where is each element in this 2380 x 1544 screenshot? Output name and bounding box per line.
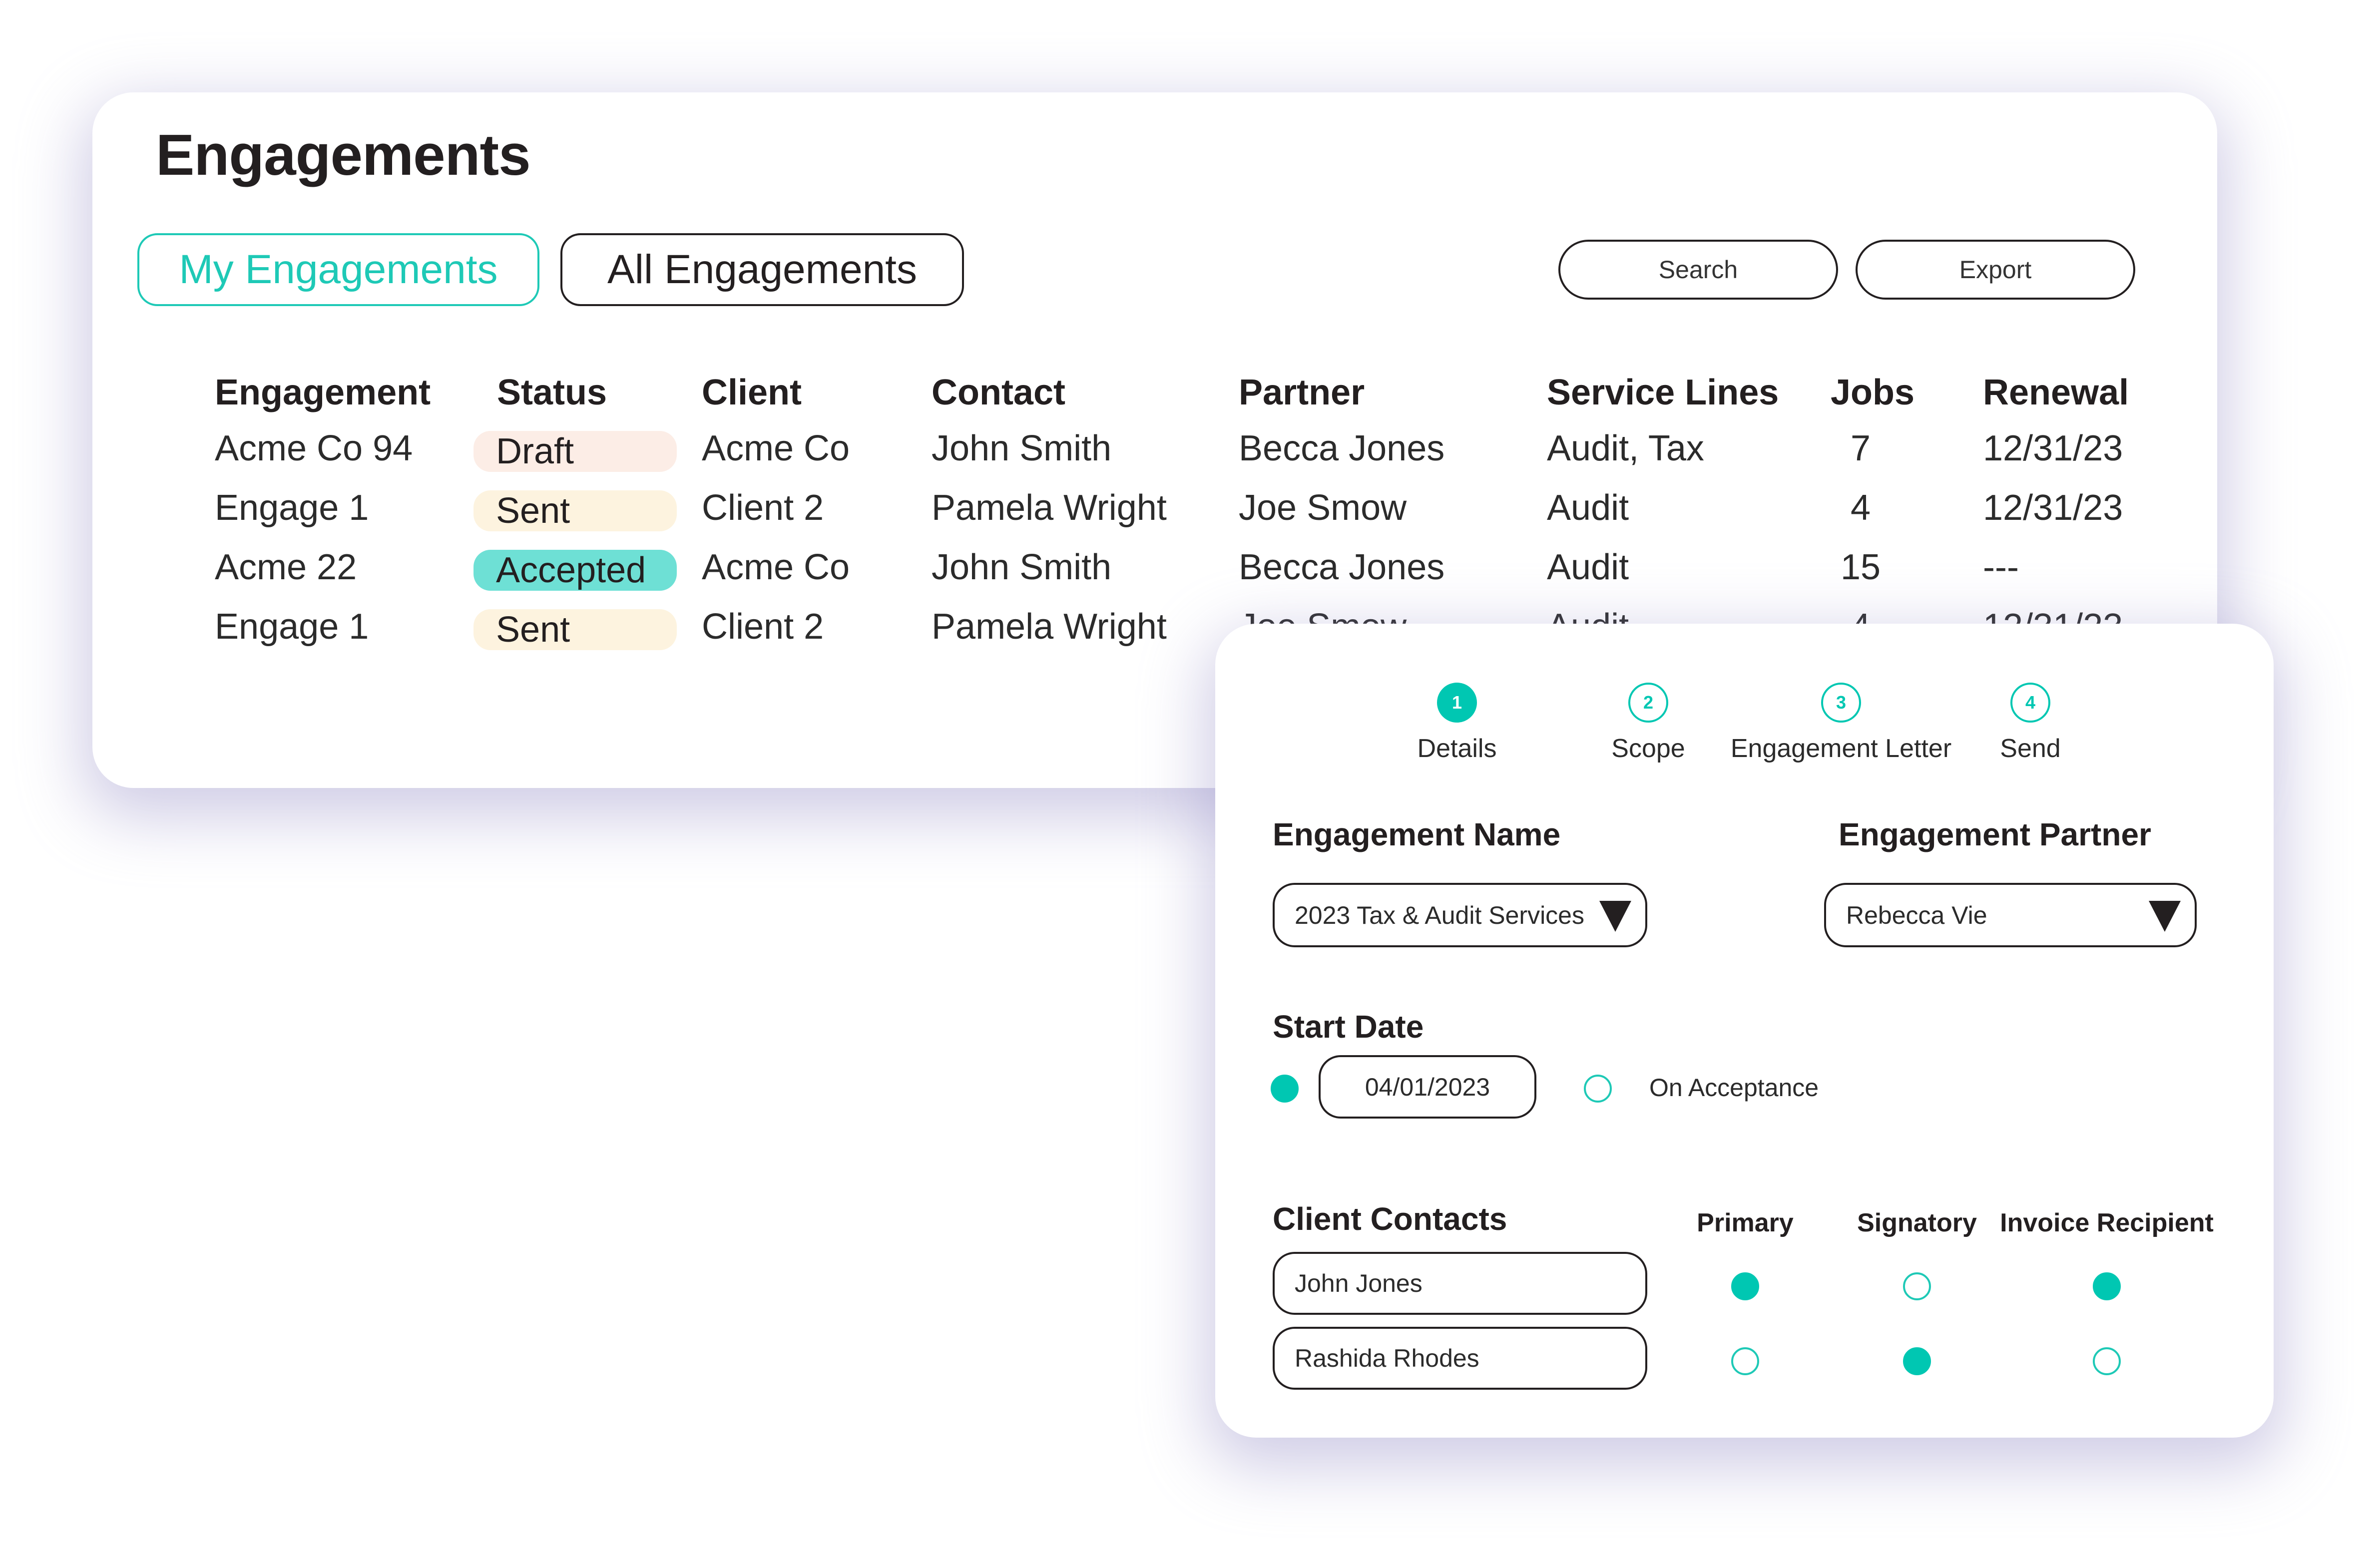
status-badge: Sent <box>474 490 677 531</box>
step-label-details[interactable]: Details <box>1418 734 1497 764</box>
column-header-partner[interactable]: Partner <box>1239 372 1365 413</box>
status-badge: Draft <box>474 431 677 472</box>
signatory-radio[interactable] <box>1903 1347 1931 1375</box>
status-badge: Sent <box>474 609 677 650</box>
cell-contact: John Smith <box>932 547 1112 587</box>
start-date-specific-radio[interactable] <box>1271 1075 1299 1103</box>
cell-partner: Becca Jones <box>1239 547 1445 587</box>
column-header-engagement[interactable]: Engagement <box>215 372 431 413</box>
cell-jobs: 7 <box>1850 428 1871 468</box>
export-button[interactable]: Export <box>1856 240 2135 300</box>
cell-engagement: Acme Co 94 <box>215 428 413 468</box>
cell-contact: Pamela Wright <box>932 488 1167 528</box>
status-badge: Accepted <box>474 550 677 591</box>
cell-client: Acme Co <box>702 547 850 587</box>
cell-renewal: 12/31/23 <box>1983 488 2123 528</box>
step-label-engagement-letter[interactable]: Engagement Letter <box>1731 734 1951 764</box>
tab-my-engagements[interactable]: My Engagements <box>137 233 539 306</box>
on-acceptance-label[interactable]: On Acceptance <box>1649 1073 1819 1102</box>
cell-renewal: 12/31/23 <box>1983 428 2123 468</box>
cell-jobs: 15 <box>1841 547 1881 587</box>
cell-engagement: Engage 1 <box>215 488 369 528</box>
cell-renewal: --- <box>1983 547 2019 587</box>
primary-radio[interactable] <box>1731 1347 1759 1375</box>
cell-jobs: 4 <box>1850 488 1871 528</box>
cell-client: Client 2 <box>702 607 824 647</box>
contact-input[interactable]: John Jones <box>1273 1252 1647 1315</box>
cell-service-lines: Audit <box>1547 488 1629 528</box>
engagement-name-select[interactable]: 2023 Tax & Audit Services <box>1273 883 1647 947</box>
cell-partner: Becca Jones <box>1239 428 1445 468</box>
role-header-invoice-recipient: Invoice Recipient <box>2000 1208 2214 1237</box>
invoice-recipient-radio[interactable] <box>2093 1347 2121 1375</box>
cell-service-lines: Audit, Tax <box>1547 428 1704 468</box>
column-header-service-lines[interactable]: Service Lines <box>1547 372 1779 413</box>
role-header-primary: Primary <box>1697 1208 1794 1237</box>
cell-partner: Joe Smow <box>1239 488 1407 528</box>
cell-service-lines: Audit <box>1547 547 1629 587</box>
cell-engagement: Engage 1 <box>215 607 369 647</box>
chevron-down-icon <box>2149 901 2181 932</box>
start-date-label: Start Date <box>1273 1009 1424 1045</box>
search-button[interactable]: Search <box>1558 240 1838 300</box>
step-2-indicator[interactable]: 2 <box>1628 683 1668 723</box>
cell-contact: Pamela Wright <box>932 607 1167 647</box>
engagement-partner-value: Rebecca Vie <box>1846 901 1987 929</box>
cell-client: Client 2 <box>702 488 824 528</box>
engagement-name-label: Engagement Name <box>1273 816 1561 852</box>
step-label-send[interactable]: Send <box>2000 734 2060 764</box>
chevron-down-icon <box>1599 901 1631 932</box>
page-title: Engagements <box>156 122 531 187</box>
step-3-indicator[interactable]: 3 <box>1821 683 1861 723</box>
column-header-jobs[interactable]: Jobs <box>1831 372 1914 413</box>
primary-radio[interactable] <box>1731 1272 1759 1300</box>
client-contacts-label: Client Contacts <box>1273 1201 1507 1237</box>
engagement-name-value: 2023 Tax & Audit Services <box>1295 901 1584 929</box>
column-header-status[interactable]: Status <box>497 372 607 413</box>
signatory-radio[interactable] <box>1903 1272 1931 1300</box>
engagement-partner-label: Engagement Partner <box>1839 816 2151 852</box>
engagement-partner-select[interactable]: Rebecca Vie <box>1824 883 2197 947</box>
start-date-input[interactable]: 04/01/2023 <box>1319 1055 1536 1119</box>
start-on-acceptance-radio[interactable] <box>1584 1075 1612 1103</box>
invoice-recipient-radio[interactable] <box>2093 1272 2121 1300</box>
cell-contact: John Smith <box>932 428 1112 468</box>
step-label-scope[interactable]: Scope <box>1611 734 1685 764</box>
tab-all-engagements[interactable]: All Engagements <box>560 233 964 306</box>
role-header-signatory: Signatory <box>1857 1208 1977 1237</box>
column-header-client[interactable]: Client <box>702 372 802 413</box>
step-1-indicator[interactable]: 1 <box>1437 683 1477 723</box>
contact-input[interactable]: Rashida Rhodes <box>1273 1327 1647 1390</box>
new-engagement-wizard: 1 2 3 4 Details Scope Engagement Letter … <box>1215 624 2274 1438</box>
step-4-indicator[interactable]: 4 <box>2010 683 2050 723</box>
cell-engagement: Acme 22 <box>215 547 357 587</box>
cell-client: Acme Co <box>702 428 850 468</box>
column-header-renewal[interactable]: Renewal <box>1983 372 2129 413</box>
column-header-contact[interactable]: Contact <box>932 372 1065 413</box>
